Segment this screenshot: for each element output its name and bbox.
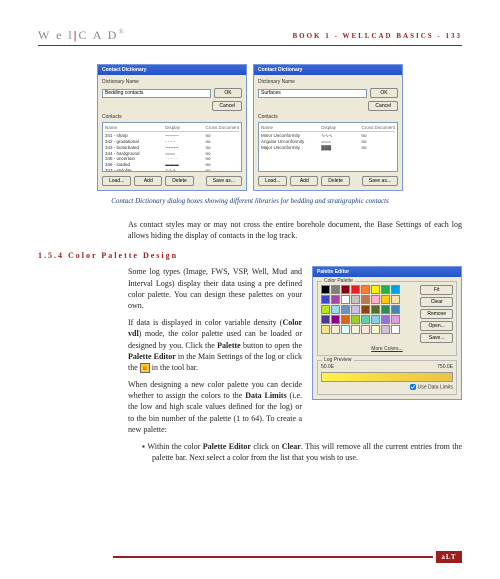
palette-editor-dialog: Palette Editor Color Palette Fit Clear R…	[312, 266, 462, 399]
color-swatch-grid[interactable]	[321, 285, 400, 334]
palette-preview-bar	[321, 372, 453, 382]
color-swatch[interactable]	[351, 285, 360, 294]
body-paragraph: Some log types (Image, FWS, VSP, Well, M…	[128, 266, 302, 311]
contacts-table[interactable]: NameDisplayCross Document Minor Unconfor…	[258, 122, 398, 172]
color-swatch[interactable]	[391, 305, 400, 314]
color-swatch[interactable]	[341, 285, 350, 294]
color-swatch[interactable]	[321, 315, 330, 324]
color-swatch[interactable]	[361, 305, 370, 314]
add-button[interactable]: Add	[290, 176, 318, 186]
table-row[interactable]: Major Unconformity▓▓▓no	[261, 145, 395, 151]
body-paragraph: When designing a new color palette you c…	[128, 379, 302, 435]
color-swatch[interactable]	[381, 315, 390, 324]
bullet-item: ▪ Within the color Palette Editor click …	[142, 441, 462, 463]
load-button[interactable]: Load...	[258, 176, 287, 186]
color-swatch[interactable]	[361, 295, 370, 304]
color-swatch[interactable]	[371, 285, 380, 294]
remove-button[interactable]: Remove	[420, 309, 453, 319]
cancel-button[interactable]: Cancel	[212, 101, 242, 111]
color-swatch[interactable]	[381, 325, 390, 334]
color-swatch[interactable]	[331, 305, 340, 314]
dictionary-name-input[interactable]: Bedding contacts	[102, 89, 211, 98]
palette-toolbar-icon	[140, 363, 150, 373]
color-swatch[interactable]	[381, 285, 390, 294]
dialog-title: Palette Editor	[313, 267, 461, 277]
color-swatch[interactable]	[361, 285, 370, 294]
color-swatch[interactable]	[351, 305, 360, 314]
ok-button[interactable]: OK	[214, 88, 242, 98]
color-swatch[interactable]	[381, 305, 390, 314]
body-paragraph: If data is displayed in color variable d…	[128, 317, 302, 373]
color-swatch[interactable]	[351, 315, 360, 324]
body-paragraph: As contact styles may or may not cross t…	[128, 219, 462, 241]
color-swatch[interactable]	[371, 295, 380, 304]
color-swatch[interactable]	[341, 305, 350, 314]
fit-button[interactable]: Fit	[420, 285, 453, 295]
wellcad-logo: W e l|C A D®	[38, 28, 126, 43]
color-swatch[interactable]	[371, 315, 380, 324]
contact-dictionary-dialog-2: Contact Dictionary Dictionary Name Surfa…	[253, 64, 403, 191]
color-swatch[interactable]	[321, 295, 330, 304]
color-swatch[interactable]	[381, 295, 390, 304]
load-button[interactable]: Load...	[102, 176, 131, 186]
alt-logo: aLT	[436, 551, 462, 563]
color-swatch[interactable]	[371, 305, 380, 314]
color-swatch[interactable]	[321, 305, 330, 314]
dialog-title: Contact Dictionary	[254, 65, 402, 75]
open-button[interactable]: Open...	[420, 321, 453, 331]
color-swatch[interactable]	[331, 285, 340, 294]
delete-button[interactable]: Delete	[165, 176, 193, 186]
color-swatch[interactable]	[341, 295, 350, 304]
color-swatch[interactable]	[391, 285, 400, 294]
page-footer: aLT	[113, 551, 462, 563]
page-header: W e l|C A D® BOOK 1 - WELLCAD BASICS - 1…	[38, 28, 462, 46]
dictionary-name-input[interactable]: Surfaces	[258, 89, 367, 98]
color-swatch[interactable]	[321, 325, 330, 334]
color-swatch[interactable]	[371, 325, 380, 334]
save-button[interactable]: Save...	[420, 333, 453, 343]
cancel-button[interactable]: Cancel	[368, 101, 398, 111]
color-swatch[interactable]	[331, 315, 340, 324]
use-data-limits-checkbox[interactable]: Use Data Limits	[321, 384, 453, 390]
ok-button[interactable]: OK	[370, 88, 398, 98]
saveas-button[interactable]: Save as...	[206, 176, 242, 186]
delete-button[interactable]: Delete	[321, 176, 349, 186]
color-swatch[interactable]	[351, 295, 360, 304]
color-swatch[interactable]	[391, 325, 400, 334]
table-row[interactable]: 347 - stylolite∿∿∿no	[105, 168, 239, 172]
color-swatch[interactable]	[361, 325, 370, 334]
color-swatch[interactable]	[361, 315, 370, 324]
contacts-table[interactable]: NameDisplayCross Document 341 - sharp———…	[102, 122, 242, 172]
more-colors-link[interactable]: More Colors...	[321, 346, 453, 352]
color-swatch[interactable]	[351, 325, 360, 334]
color-swatch[interactable]	[321, 285, 330, 294]
contact-dictionary-dialog-1: Contact Dictionary Dictionary Name Beddi…	[97, 64, 247, 191]
section-heading: 1.5.4 Color Palette Design	[38, 251, 462, 260]
dialog-title: Contact Dictionary	[98, 65, 246, 75]
saveas-button[interactable]: Save as...	[362, 176, 398, 186]
breadcrumb: BOOK 1 - WELLCAD BASICS - 133	[292, 32, 462, 40]
figure-caption: Contact Dictionary dialog boxes showing …	[38, 197, 462, 205]
color-swatch[interactable]	[341, 315, 350, 324]
color-swatch[interactable]	[391, 295, 400, 304]
color-swatch[interactable]	[331, 325, 340, 334]
dialog-screenshots: Contact Dictionary Dictionary Name Beddi…	[38, 64, 462, 191]
clear-button[interactable]: Clear	[420, 297, 453, 307]
color-swatch[interactable]	[341, 325, 350, 334]
add-button[interactable]: Add	[134, 176, 162, 186]
color-swatch[interactable]	[391, 315, 400, 324]
color-swatch[interactable]	[331, 295, 340, 304]
